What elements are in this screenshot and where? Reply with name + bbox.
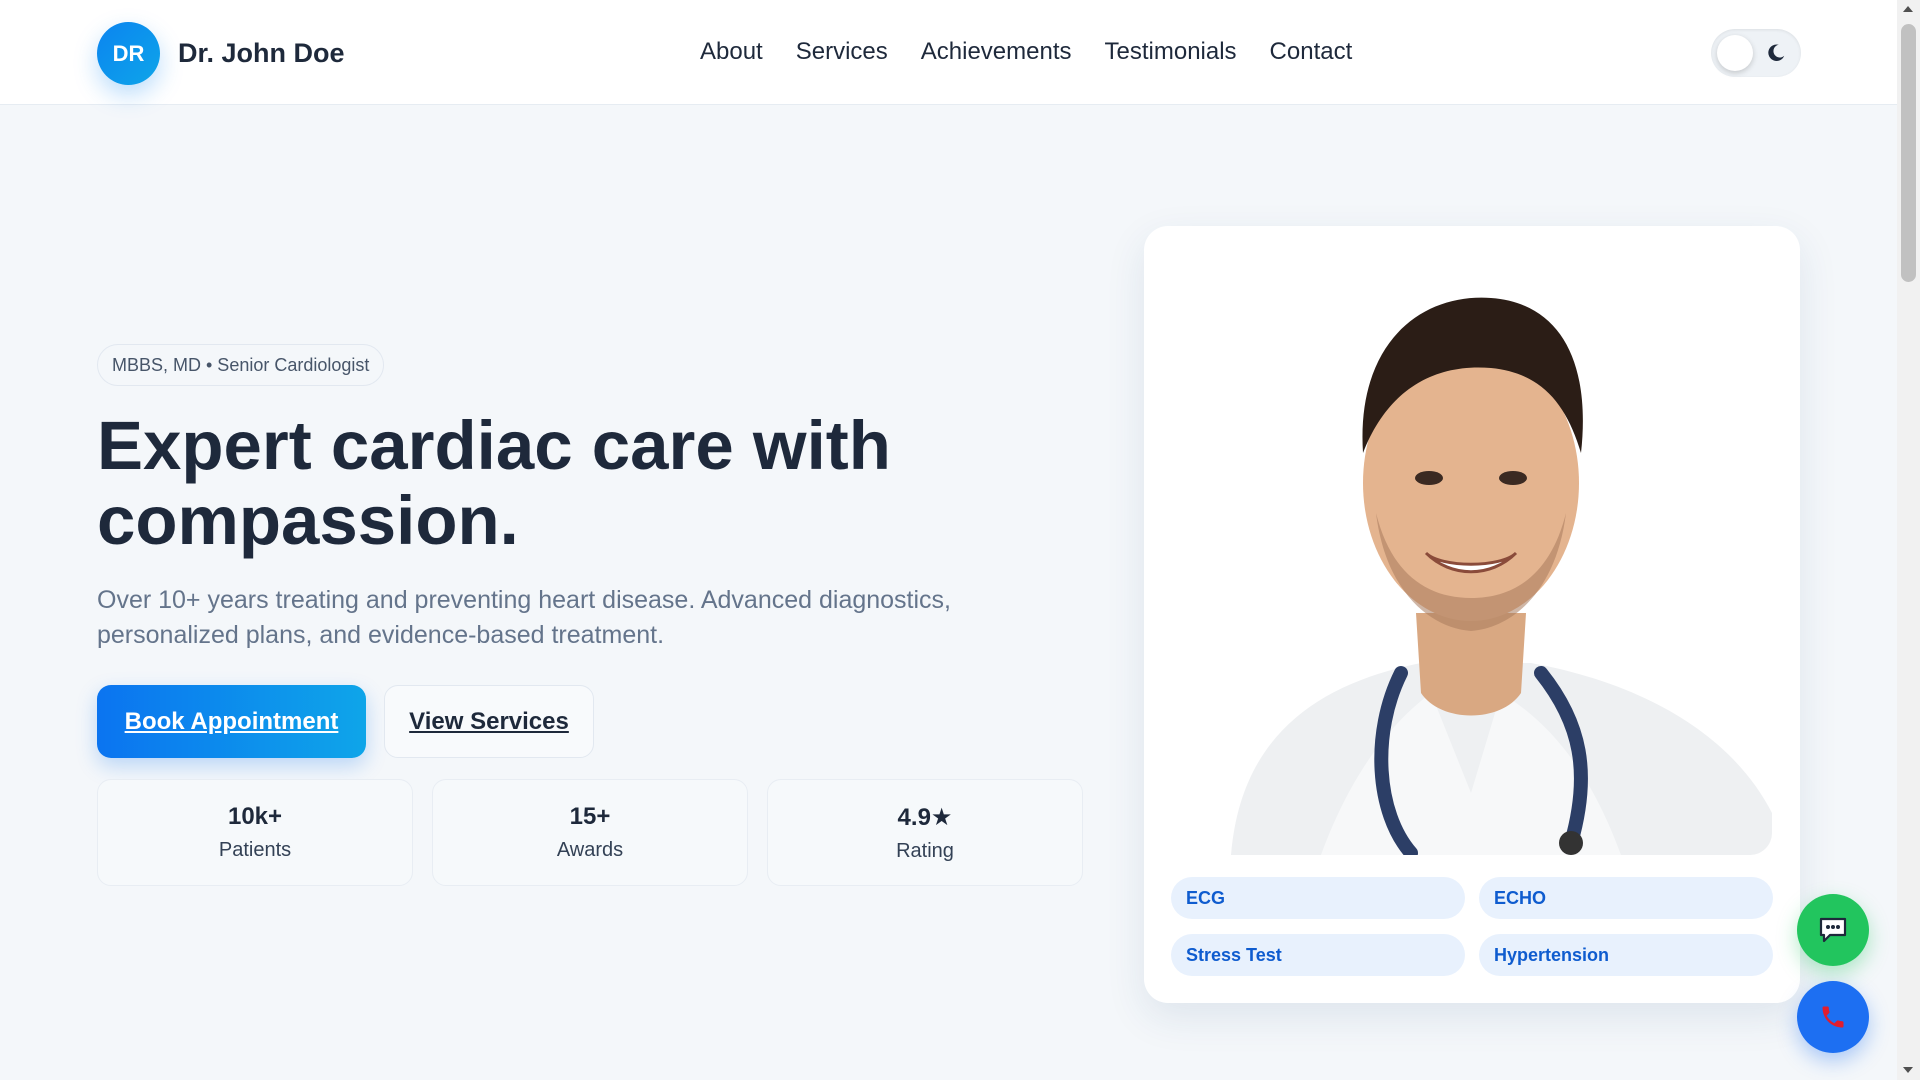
phone-icon xyxy=(1822,1006,1844,1028)
stat-value: 10k+ xyxy=(227,803,283,830)
nav-about[interactable]: About xyxy=(700,38,763,66)
stat-value: 4.9★ xyxy=(897,803,953,831)
stat-rating: 4.9★ Rating xyxy=(767,779,1083,886)
profile-card: ECG ECHO Stress Test Hypertension xyxy=(1144,226,1800,1003)
scroll-down-arrow-icon[interactable] xyxy=(1903,1067,1913,1073)
doctor-illustration xyxy=(1171,253,1772,855)
book-appointment-button[interactable]: Book Appointment xyxy=(97,685,366,758)
tag-hypertension: Hypertension xyxy=(1479,934,1773,976)
stat-label: Rating xyxy=(896,839,954,862)
main-nav: About Services Achievements Testimonials… xyxy=(700,38,1352,66)
stat-patients: 10k+ Patients xyxy=(97,779,413,886)
moon-icon xyxy=(1768,44,1785,61)
nav-achievements[interactable]: Achievements xyxy=(921,38,1072,66)
site-header: DR Dr. John Doe About Services Achieveme… xyxy=(0,0,1897,105)
view-services-button[interactable]: View Services xyxy=(384,685,594,758)
scroll-thumb[interactable] xyxy=(1901,24,1916,282)
tag-ecg: ECG xyxy=(1171,877,1465,919)
toggle-knob xyxy=(1717,35,1753,71)
theme-toggle[interactable] xyxy=(1711,29,1801,77)
nav-services[interactable]: Services xyxy=(796,38,888,66)
stat-label: Patients xyxy=(218,839,292,861)
brand[interactable]: DR Dr. John Doe xyxy=(97,22,345,85)
stat-awards: 15+ Awards xyxy=(432,779,748,886)
logo-badge[interactable]: DR xyxy=(97,22,160,85)
tag-stress-test: Stress Test xyxy=(1171,934,1465,976)
credentials-pill: MBBS, MD • Senior Cardiologist xyxy=(97,344,385,386)
call-button[interactable] xyxy=(1797,981,1869,1053)
brand-name[interactable]: Dr. John Doe xyxy=(178,38,345,69)
stat-label: Awards xyxy=(556,839,624,861)
nav-testimonials[interactable]: Testimonials xyxy=(1105,38,1237,66)
hero-title: Expert cardiac care with compassion. xyxy=(97,407,891,559)
page-scrollbar[interactable] xyxy=(1897,0,1920,1080)
chat-icon xyxy=(1819,917,1847,943)
stat-value: 15+ xyxy=(569,803,611,830)
chat-button[interactable] xyxy=(1797,894,1869,966)
doctor-photo xyxy=(1171,253,1772,855)
hero-subtitle: Over 10+ years treating and preventing h… xyxy=(97,586,952,649)
tag-echo: ECHO xyxy=(1479,877,1773,919)
nav-contact[interactable]: Contact xyxy=(1270,38,1353,66)
scroll-up-arrow-icon[interactable] xyxy=(1903,6,1913,12)
